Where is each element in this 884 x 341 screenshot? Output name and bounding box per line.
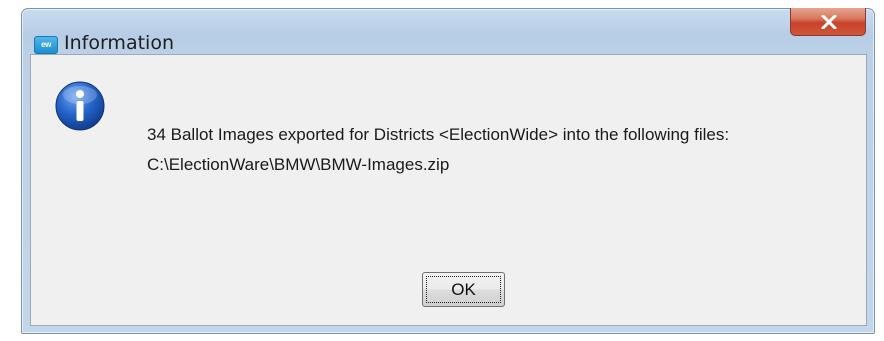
dialog-body: 34 Ballot Images exported for Districts … [30,54,867,326]
info-icon [55,81,105,131]
dialog-message: 34 Ballot Images exported for Districts … [147,120,729,180]
title-bar[interactable]: ew Information [22,8,874,54]
app-icon: ew [34,36,58,54]
message-line-1: 34 Ballot Images exported for Districts … [147,125,730,144]
information-dialog-window: ew Information 34 Ballot Images exported [21,8,875,334]
window-title: Information [64,32,174,54]
ok-button-label: OK [426,276,501,303]
message-line-2: C:\ElectionWare\BMW\BMW-Images.zip [147,155,450,174]
close-button[interactable] [790,8,866,36]
ok-button[interactable]: OK [422,272,505,307]
close-icon [821,15,837,29]
